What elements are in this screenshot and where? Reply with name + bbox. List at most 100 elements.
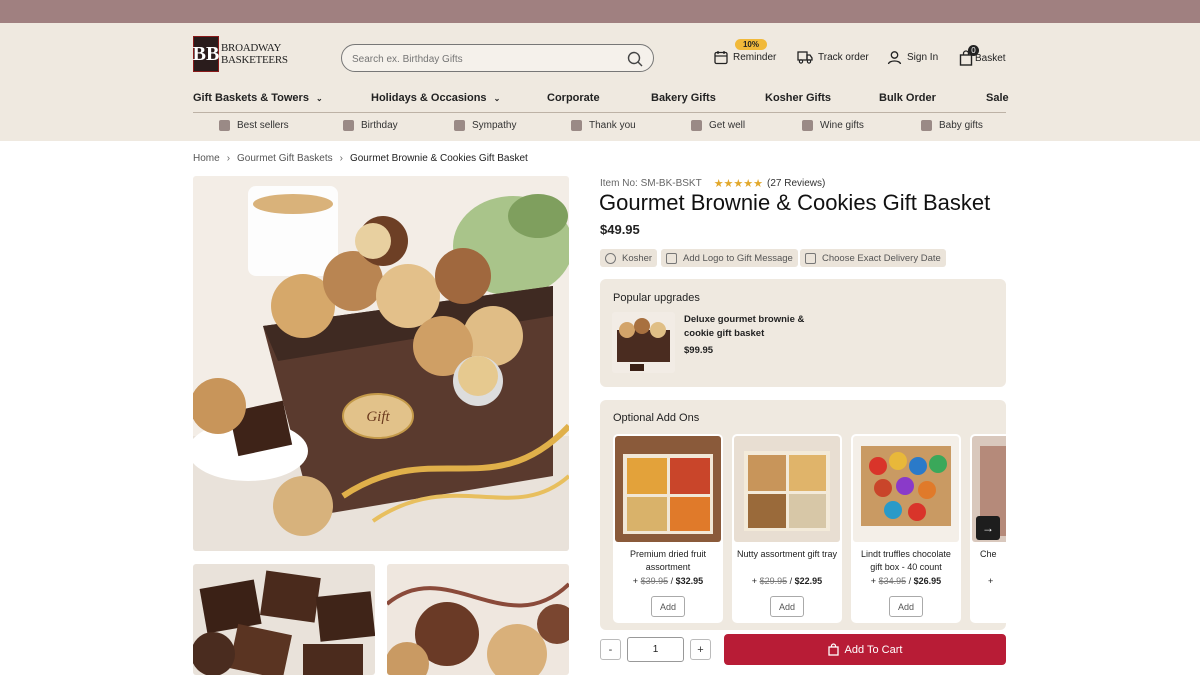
- nav-corporate[interactable]: Corporate: [547, 92, 600, 104]
- reminder-discount-badge: 10%: [735, 39, 767, 50]
- nav-kosher-gifts[interactable]: Kosher Gifts: [765, 92, 831, 104]
- house-icon: [571, 120, 582, 131]
- quantity-input[interactable]: [627, 637, 684, 662]
- chevron-right-icon: ›: [339, 153, 343, 164]
- nav-divider: [193, 112, 1006, 113]
- chip-label: Kosher: [622, 252, 653, 264]
- nav-bulk-order[interactable]: Bulk Order: [879, 92, 936, 104]
- reminder-label: Reminder: [733, 52, 777, 63]
- addon-image[interactable]: [734, 436, 840, 542]
- chip-label: Add Logo to Gift Message: [683, 252, 793, 264]
- track-order-button[interactable]: Track order: [797, 50, 869, 64]
- heart-icon: [691, 120, 702, 131]
- subnav-baby-gifts[interactable]: Baby gifts: [921, 120, 983, 131]
- addon-card: Nutty assortment gift tray + $29.95 / $2…: [732, 434, 842, 623]
- addon-card: Premium dried fruit assortment + $39.95 …: [613, 434, 723, 623]
- subnav-best-sellers[interactable]: Best sellers: [219, 120, 289, 131]
- reminder-button[interactable]: Reminder: [714, 50, 776, 65]
- nav-label: Gift Baskets & Towers: [193, 92, 309, 104]
- subnav-birthday[interactable]: Birthday: [343, 120, 398, 131]
- logo-mark: BB: [193, 36, 219, 72]
- addon-price: + $34.95 / $26.95: [851, 576, 961, 586]
- basket-label: Basket: [975, 52, 1006, 64]
- reviews-link[interactable]: (27 Reviews): [767, 178, 825, 189]
- chevron-down-icon: ⌄: [493, 94, 501, 103]
- addon-slash: /: [670, 576, 674, 586]
- upgrade-name[interactable]: Deluxe gourmet brownie & cookie gift bas…: [684, 313, 814, 341]
- addon-old-price: $29.95: [759, 576, 788, 586]
- item-number: Item No: SM-BK-BSKT: [600, 178, 702, 189]
- subnav-sympathy[interactable]: Sympathy: [454, 120, 516, 131]
- addon-slash: /: [789, 576, 793, 586]
- product-title: Gourmet Brownie & Cookies Gift Basket: [599, 190, 991, 215]
- subnav-label: Wine gifts: [820, 120, 864, 131]
- addon-price: +: [988, 576, 1006, 586]
- site-logo[interactable]: BB BROADWAY BASKETEERS: [193, 35, 288, 73]
- medal-icon: [219, 120, 230, 131]
- addon-name: Lindt truffles chocolate gift box - 40 c…: [861, 549, 951, 572]
- promo-bar: [0, 0, 1200, 23]
- thumbnail-brownies[interactable]: [193, 564, 375, 675]
- nav-label: Holidays & Occasions: [371, 92, 487, 104]
- upgrade-price: $99.95: [684, 345, 714, 356]
- kosher-icon: [605, 252, 616, 264]
- logo-text: BROADWAY BASKETEERS: [221, 42, 288, 66]
- main-product-image[interactable]: Gift: [193, 176, 569, 551]
- thumbnail-cookies[interactable]: [387, 564, 569, 675]
- addon-name: Nutty assortment gift tray: [736, 549, 838, 559]
- upgrade-image[interactable]: [612, 312, 675, 373]
- subnav-label: Baby gifts: [939, 120, 983, 131]
- addon-add-button[interactable]: Add: [770, 596, 804, 617]
- subnav-label: Sympathy: [472, 120, 517, 131]
- quantity-increase-button[interactable]: +: [690, 639, 711, 660]
- user-icon: [887, 51, 902, 65]
- subnav-label: Get well: [709, 120, 746, 131]
- basket-button[interactable]: Basket: [959, 50, 1006, 66]
- chip-add-logo[interactable]: Add Logo to Gift Message: [661, 249, 798, 267]
- nav-sale[interactable]: Sale: [986, 92, 1009, 104]
- chip-label: Choose Exact Delivery Date: [822, 252, 941, 264]
- chip-delivery-date[interactable]: Choose Exact Delivery Date: [800, 249, 946, 267]
- subnav-get-well[interactable]: Get well: [691, 120, 745, 131]
- chip-kosher: Kosher: [600, 249, 658, 267]
- addon-new-price: $26.95: [913, 576, 942, 586]
- search-icon[interactable]: [627, 51, 643, 67]
- track-order-label: Track order: [818, 51, 869, 63]
- sub-navigation: Best sellers Birthday Sympathy Thank you…: [193, 120, 1006, 134]
- gift-label-text: Gift: [366, 409, 390, 425]
- search-box: [341, 44, 654, 72]
- nav-bakery-gifts[interactable]: Bakery Gifts: [651, 92, 716, 104]
- wine-glass-icon: [802, 120, 813, 131]
- logo-text-line1: BROADWAY: [221, 42, 282, 54]
- search-input[interactable]: [352, 50, 622, 68]
- nav-holidays[interactable]: Holidays & Occasions ⌄: [371, 92, 500, 104]
- addon-plus: +: [751, 576, 758, 586]
- chevron-right-icon: ›: [226, 153, 231, 164]
- product-price: $49.95: [600, 222, 640, 237]
- sign-in-label: Sign In: [907, 52, 939, 63]
- sign-in-button[interactable]: Sign In: [887, 50, 938, 65]
- carousel-next-arrow-icon[interactable]: →: [976, 516, 1000, 540]
- nav-gift-baskets[interactable]: Gift Baskets & Towers ⌄: [193, 92, 323, 104]
- popular-upgrades-panel: Popular upgrades Deluxe gourmet brownie …: [600, 279, 1006, 387]
- flower-icon: [454, 120, 465, 131]
- quantity-decrease-button[interactable]: -: [600, 639, 621, 660]
- product-meta: Item No: SM-BK-BSKT ★★★★★ (27 Reviews): [600, 177, 825, 190]
- breadcrumb-home[interactable]: Home: [193, 153, 220, 164]
- subnav-thank-you[interactable]: Thank you: [571, 120, 636, 131]
- subnav-wine-gifts[interactable]: Wine gifts: [802, 120, 864, 131]
- breadcrumb: Home › Gourmet Gift Baskets › Gourmet Br…: [193, 153, 528, 164]
- breadcrumb-category[interactable]: Gourmet Gift Baskets: [237, 153, 333, 164]
- add-to-cart-button[interactable]: Add To Cart: [724, 634, 1006, 665]
- addon-old-price: $34.95: [878, 576, 907, 586]
- addon-add-button[interactable]: Add: [651, 596, 685, 617]
- addon-image[interactable]: [615, 436, 721, 542]
- calendar-icon: [714, 51, 728, 65]
- addon-add-button[interactable]: Add: [889, 596, 923, 617]
- baby-icon: [921, 120, 932, 131]
- addon-price: + $29.95 / $22.95: [732, 576, 842, 586]
- subnav-label: Birthday: [361, 120, 398, 131]
- addon-image[interactable]: [853, 436, 959, 542]
- add-ons-title: Optional Add Ons: [613, 412, 700, 424]
- addon-price: + $39.95 / $32.95: [613, 576, 723, 586]
